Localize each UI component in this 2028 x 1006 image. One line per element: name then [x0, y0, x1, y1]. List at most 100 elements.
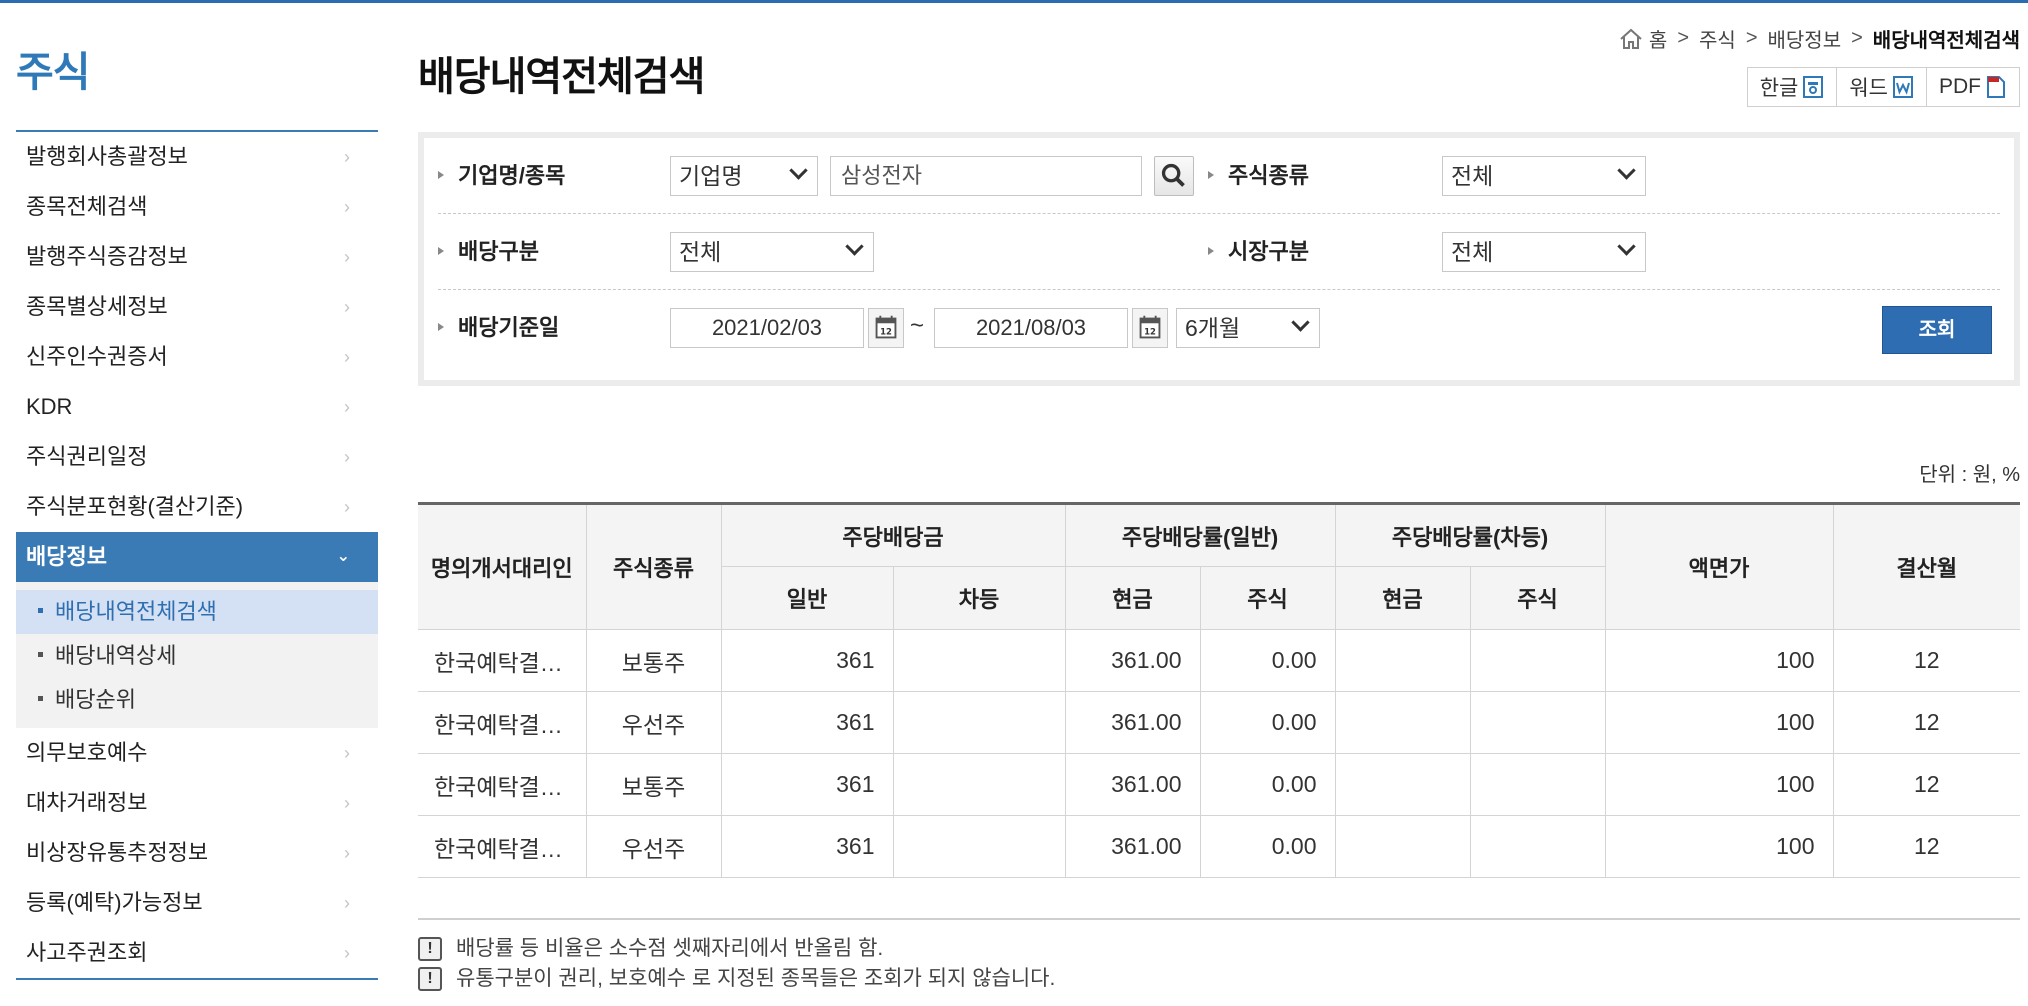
- notes: ! 배당률 등 비율은 소수점 셋째자리에서 반올림 함. ! 유통구분이 권리, …: [418, 934, 1055, 994]
- search-icon: [1161, 163, 1185, 187]
- cell-agent: 한국예탁결…: [418, 691, 587, 754]
- submenu-item-label: 배당순위: [55, 687, 136, 712]
- header-agent: 명의개서대리인: [418, 503, 587, 630]
- chevron-right-icon: ›: [344, 943, 350, 963]
- svg-text:12: 12: [880, 328, 892, 338]
- chevron-right-icon: ›: [344, 843, 350, 863]
- chevron-right-icon: ›: [344, 147, 350, 167]
- cell-stock-type: 우선주: [585, 815, 722, 878]
- search-button[interactable]: [1154, 156, 1194, 196]
- header-settle-month: 결산월: [1832, 503, 2020, 630]
- sidebar-item-lending[interactable]: 대차거래정보 ›: [16, 778, 378, 828]
- sidebar-item-lockup[interactable]: 의무보호예수 ›: [16, 728, 378, 778]
- cell-diff-stock: [1469, 629, 1606, 692]
- export-pdf-button[interactable]: PDF: [1927, 68, 2019, 106]
- date-range-tilde: ~: [910, 312, 925, 339]
- dividend-submenu: 배당내역전체검색 배당내역상세 배당순위: [16, 582, 378, 728]
- cell-rate-stock: 0.00: [1199, 691, 1336, 754]
- sidebar-item-unlisted[interactable]: 비상장유통추정정보 ›: [16, 828, 378, 878]
- date-from-calendar-button[interactable]: 12: [868, 308, 904, 348]
- submenu-item-dividend-detail[interactable]: 배당내역상세: [16, 634, 378, 678]
- export-hwp-button[interactable]: 한글: [1748, 68, 1838, 106]
- stock-type-select[interactable]: 전체: [1442, 156, 1646, 196]
- sidebar-item-label: 발행주식증감정보: [26, 244, 188, 269]
- sidebar-item-shares-change[interactable]: 발행주식증감정보 ›: [16, 232, 378, 282]
- company-type-select[interactable]: 기업명: [670, 156, 818, 196]
- cell-dps-diff: [892, 753, 1066, 816]
- cell-par-value: 100: [1604, 691, 1834, 754]
- sidebar-item-lost-certificate[interactable]: 사고주권조회 ›: [16, 928, 378, 978]
- cell-dps-general: 361: [720, 629, 894, 692]
- note-text: 배당률 등 비율은 소수점 셋째자리에서 반올림 함.: [456, 937, 884, 960]
- sidebar-item-label: 신주인수권증서: [26, 344, 168, 369]
- chevron-down-icon: [845, 237, 864, 256]
- unit-label: 단위 : 원, %: [1919, 464, 2020, 486]
- cell-rate-cash: 361.00: [1064, 629, 1201, 692]
- cell-dps-diff: [892, 691, 1066, 754]
- header-par-value: 액면가: [1604, 503, 1834, 630]
- cell-agent: 한국예탁결…: [418, 629, 587, 692]
- breadcrumb-dividend[interactable]: 배당정보: [1768, 24, 1842, 53]
- sidebar-item-label: 종목별상세정보: [26, 294, 168, 319]
- market-label: 시장구분: [1208, 214, 1309, 290]
- sidebar-item-label: 사고주권조회: [26, 940, 148, 965]
- search-row-date: 배당기준일 2021/02/03 12 ~ 2021/08/03 12 6개월 …: [438, 290, 2000, 366]
- chevron-right-icon: ›: [344, 497, 350, 517]
- dividend-table: 명의개서대리인 주식종류 주당배당금 주당배당률(일반) 주당배당률(차등) 액…: [418, 502, 2020, 878]
- sidebar-item-dividend[interactable]: 배당정보 ⌄: [16, 532, 378, 582]
- sidebar-item-stock-search[interactable]: 종목전체검색 ›: [16, 182, 378, 232]
- bullet-icon: [38, 607, 43, 613]
- sidebar-title: 주식: [16, 49, 90, 95]
- sidebar-item-kdr[interactable]: KDR ›: [16, 382, 378, 432]
- sidebar-item-label: 배당정보: [26, 544, 107, 569]
- top-accent-line: [0, 0, 2028, 3]
- cell-diff-stock: [1469, 691, 1606, 754]
- header-dps: 주당배당금: [720, 503, 1066, 567]
- sidebar-item-warrant[interactable]: 신주인수권증서 ›: [16, 332, 378, 382]
- cell-rate-cash: 361.00: [1064, 753, 1201, 816]
- date-from-input[interactable]: 2021/02/03: [670, 308, 864, 348]
- date-to-input[interactable]: 2021/08/03: [934, 308, 1128, 348]
- cell-rate-cash: 361.00: [1064, 815, 1201, 878]
- sidebar-item-deposit-eligible[interactable]: 등록(예탁)가능정보 ›: [16, 878, 378, 928]
- cell-settle-month: 12: [1832, 691, 2020, 754]
- cell-rate-stock: 0.00: [1199, 629, 1336, 692]
- submenu-item-dividend-rank[interactable]: 배당순위: [16, 678, 378, 722]
- sidebar-item-distribution[interactable]: 주식분포현황(결산기준) ›: [16, 482, 378, 532]
- breadcrumb-stock[interactable]: 주식: [1699, 24, 1736, 53]
- cell-dps-general: 361: [720, 815, 894, 878]
- table-bottom-divider: [418, 918, 2020, 920]
- chevron-down-icon: [789, 161, 808, 180]
- header-stock: 주식: [1199, 566, 1336, 630]
- cell-settle-month: 12: [1832, 753, 2020, 816]
- hwp-icon: [1803, 76, 1824, 98]
- table-row: 한국예탁결… 우선주 361 361.00 0.00 100 12: [418, 691, 2020, 754]
- breadcrumb: 홈 > 주식 > 배당정보 > 배당내역전체검색: [1619, 24, 2020, 53]
- breadcrumb-home[interactable]: 홈: [1649, 24, 1667, 53]
- chevron-right-icon: ›: [344, 347, 350, 367]
- export-label: PDF: [1939, 75, 1981, 98]
- home-icon[interactable]: [1619, 28, 1643, 50]
- sidebar-item-label: 등록(예탁)가능정보: [26, 890, 203, 915]
- cell-stock-type: 보통주: [585, 753, 722, 816]
- query-button[interactable]: 조회: [1882, 306, 1992, 354]
- sidebar-item-company-info[interactable]: 발행회사총괄정보 ›: [16, 132, 378, 182]
- export-word-button[interactable]: 워드: [1837, 68, 1927, 106]
- sidebar-item-label: 종목전체검색: [26, 194, 148, 219]
- dividend-type-select[interactable]: 전체: [670, 232, 874, 272]
- breadcrumb-separator: >: [1851, 27, 1863, 49]
- period-select[interactable]: 6개월: [1176, 308, 1320, 348]
- chevron-down-icon: [1617, 161, 1636, 180]
- company-name-input[interactable]: 삼성전자: [830, 156, 1142, 196]
- header-stock-type: 주식종류: [585, 503, 722, 630]
- market-select[interactable]: 전체: [1442, 232, 1646, 272]
- breadcrumb-separator: >: [1677, 27, 1689, 49]
- sidebar-item-stock-detail[interactable]: 종목별상세정보 ›: [16, 282, 378, 332]
- cell-stock-type: 보통주: [585, 629, 722, 692]
- sidebar-item-label: 주식분포현황(결산기준): [26, 494, 244, 519]
- date-to-calendar-button[interactable]: 12: [1132, 308, 1168, 348]
- chevron-down-icon: [1291, 313, 1310, 332]
- submenu-item-dividend-search[interactable]: 배당내역전체검색: [16, 590, 378, 634]
- cell-agent: 한국예탁결…: [418, 815, 587, 878]
- sidebar-item-rights-schedule[interactable]: 주식권리일정 ›: [16, 432, 378, 482]
